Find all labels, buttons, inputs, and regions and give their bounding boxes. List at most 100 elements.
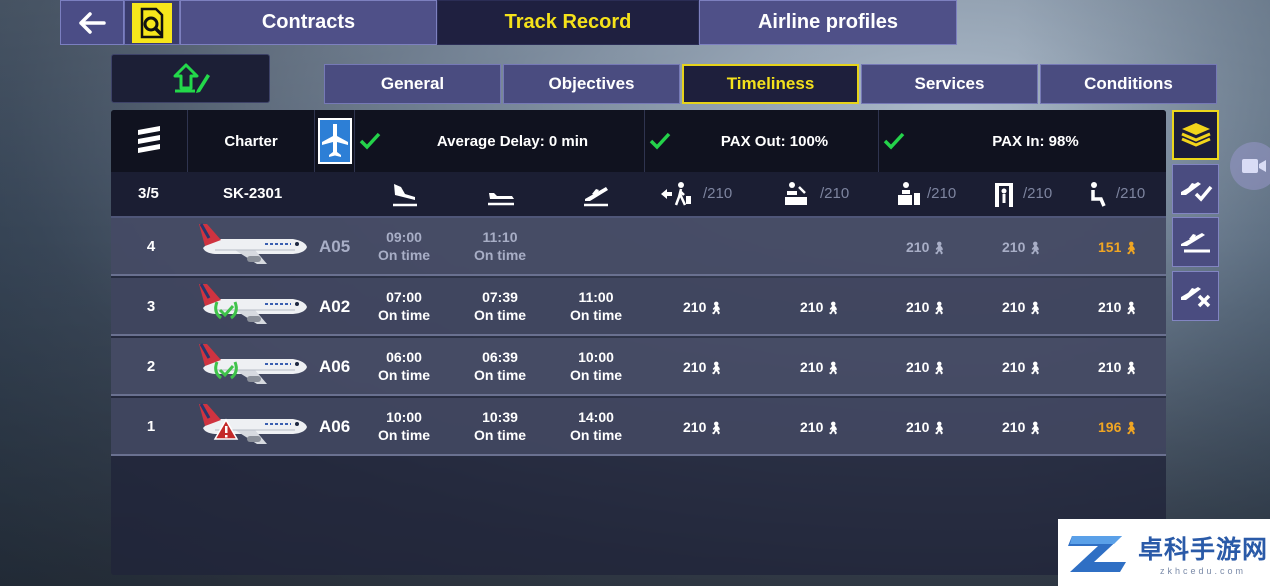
average-delay-cell: Average Delay: 0 min	[355, 110, 645, 172]
baggage-pax-count: 210 🚶︎	[906, 338, 947, 396]
deplane-pax-value: 210	[683, 299, 707, 315]
baggage-pax-value: 210	[906, 239, 930, 255]
arrival-status: On time	[377, 307, 431, 323]
subtab-conditions-label: Conditions	[1084, 74, 1173, 93]
departure-time: 06:39	[482, 349, 518, 365]
departure-status: On time	[473, 247, 527, 263]
arrival-time-cell: 10:00 On time	[359, 408, 449, 444]
gate-label: A02	[319, 297, 351, 316]
takeoff-time-cell: 10:00 On time	[551, 348, 641, 384]
aircraft-icon	[199, 343, 307, 384]
person-walking-icon: 🚶︎	[1027, 421, 1043, 435]
watermark: 卓科手游网 zkhcedu.com	[1058, 519, 1270, 586]
checkin-pax-count: 210 🚶︎	[800, 398, 841, 456]
filter-completed-button[interactable]	[1172, 164, 1219, 214]
takeoff-time-cell: 11:00 On time	[551, 288, 641, 324]
subtab-general-label: General	[380, 74, 445, 93]
security-pax-count: 210 🚶︎	[1002, 278, 1043, 336]
arrival-time: 10:00	[386, 409, 422, 425]
charter-plane-badge	[315, 110, 355, 172]
filter-all-button[interactable]	[1172, 110, 1219, 160]
deplane-pax-count: 210 🚶︎	[683, 338, 724, 396]
person-walking-icon: 🚶︎	[825, 361, 841, 375]
arrival-time-cell: 07:00 On time	[359, 288, 449, 324]
average-delay-text: Average Delay: 0 min	[436, 132, 589, 150]
tab-contracts[interactable]: Contracts	[180, 0, 437, 45]
arrival-time-cell: 06:00 On time	[359, 348, 449, 384]
column-header: 3/5 SK-2301 /210 /210 /210 /210 /210	[111, 172, 1166, 218]
document-search-button[interactable]	[124, 0, 180, 45]
upload-edit-icon	[173, 63, 210, 93]
aircraft-icon	[199, 403, 307, 444]
arrival-time: 06:00	[386, 349, 422, 365]
capacity-deplane: /210	[703, 185, 733, 202]
person-walking-icon: 🚶︎	[1027, 241, 1043, 255]
progress-count: 3/5	[138, 185, 159, 202]
checkin-pax-value: 210	[800, 299, 824, 315]
subtab-timeliness[interactable]: Timeliness	[682, 64, 859, 104]
tab-airline-profiles[interactable]: Airline profiles	[699, 0, 957, 45]
record-number: 2	[146, 358, 156, 375]
arrival-status: On time	[377, 367, 431, 383]
export-record-button[interactable]	[111, 54, 270, 103]
check-icon	[359, 132, 381, 150]
airline-stripes-logo	[138, 126, 160, 157]
aircraft-icon	[199, 223, 307, 264]
departure-time: 11:10	[482, 229, 518, 245]
flight-record-row[interactable]: 4 A05 09:00 On time 11:10 On time 210 🚶︎ 210 🚶︎ 15…	[111, 218, 1166, 276]
taxi-icon	[488, 193, 514, 206]
person-walking-icon: 🚶︎	[825, 301, 841, 315]
person-walking-icon: 🚶︎	[708, 361, 724, 375]
airline-logo	[111, 110, 188, 172]
gate-label: A06	[319, 417, 351, 436]
top-navigation: Contracts Track Record Airline profiles	[60, 0, 957, 47]
filter-departed-button[interactable]	[1172, 217, 1219, 267]
person-walking-icon: 🚶︎	[708, 301, 724, 315]
flight-record-row[interactable]: 3 A02 07:00 On time 07:39 On time 11:00 On time…	[111, 278, 1166, 336]
camera-button[interactable]	[1230, 142, 1270, 190]
security-pax-count: 210 🚶︎	[1002, 218, 1043, 276]
boarding-pax-value: 151	[1098, 239, 1122, 255]
back-button[interactable]	[60, 0, 124, 45]
subtab-objectives[interactable]: Objectives	[503, 64, 680, 104]
baggage-pax-value: 210	[906, 359, 930, 375]
record-number: 3	[146, 298, 156, 315]
departure-time-cell: 10:39 On time	[455, 408, 545, 444]
takeoff-time: 14:00	[578, 409, 614, 425]
timeliness-panel: Charter Average Delay: 0 min PAX Out: 10…	[111, 110, 1166, 575]
baggage-pax-value: 210	[906, 299, 930, 315]
arrival-status: On time	[377, 427, 431, 443]
tab-airline-profiles-label: Airline profiles	[757, 11, 899, 33]
departure-status: On time	[473, 307, 527, 323]
deplane-pax-value: 210	[683, 359, 707, 375]
security-pax-value: 210	[1002, 359, 1026, 375]
flight-record-row[interactable]: 2 A06 06:00 On time 06:39 On time 10:00 On time…	[111, 338, 1166, 396]
checkin-desk-icon	[785, 182, 807, 205]
document-search-icon	[140, 7, 164, 38]
boarding-pax-count: 196 🚶︎	[1098, 398, 1139, 456]
tab-track-record[interactable]: Track Record	[437, 0, 699, 45]
pax-out-cell: PAX Out: 100%	[645, 110, 879, 172]
check-icon	[883, 132, 905, 150]
landing-icon	[393, 184, 417, 207]
baggage-pax-count: 210 🚶︎	[906, 218, 947, 276]
takeoff-time: 10:00	[578, 349, 614, 365]
checkin-pax-value: 210	[800, 419, 824, 435]
check-icon	[649, 132, 671, 150]
subtab-general[interactable]: General	[324, 64, 501, 104]
takeoff-time: 11:00	[578, 289, 614, 305]
flight-record-row[interactable]: 1 A06 10:00 On time 10:39 On time 14:00 On time…	[111, 398, 1166, 456]
takeoff-status: On time	[569, 427, 623, 443]
plane-cancel-icon	[1180, 287, 1210, 308]
subtab-timeliness-label: Timeliness	[726, 74, 815, 93]
departure-time-cell: 11:10 On time	[455, 228, 545, 264]
subtab-services[interactable]: Services	[861, 64, 1038, 104]
filter-cancelled-button[interactable]	[1172, 271, 1219, 321]
subtab-conditions[interactable]: Conditions	[1040, 64, 1217, 104]
watermark-title: 卓科手游网	[1138, 534, 1269, 564]
arrival-time: 09:00	[386, 229, 422, 245]
security-pax-value: 210	[1002, 239, 1026, 255]
person-walking-icon: 🚶︎	[931, 361, 947, 375]
pax-in-cell: PAX In: 98%	[879, 110, 1166, 172]
capacity-security: /210	[1023, 185, 1053, 202]
